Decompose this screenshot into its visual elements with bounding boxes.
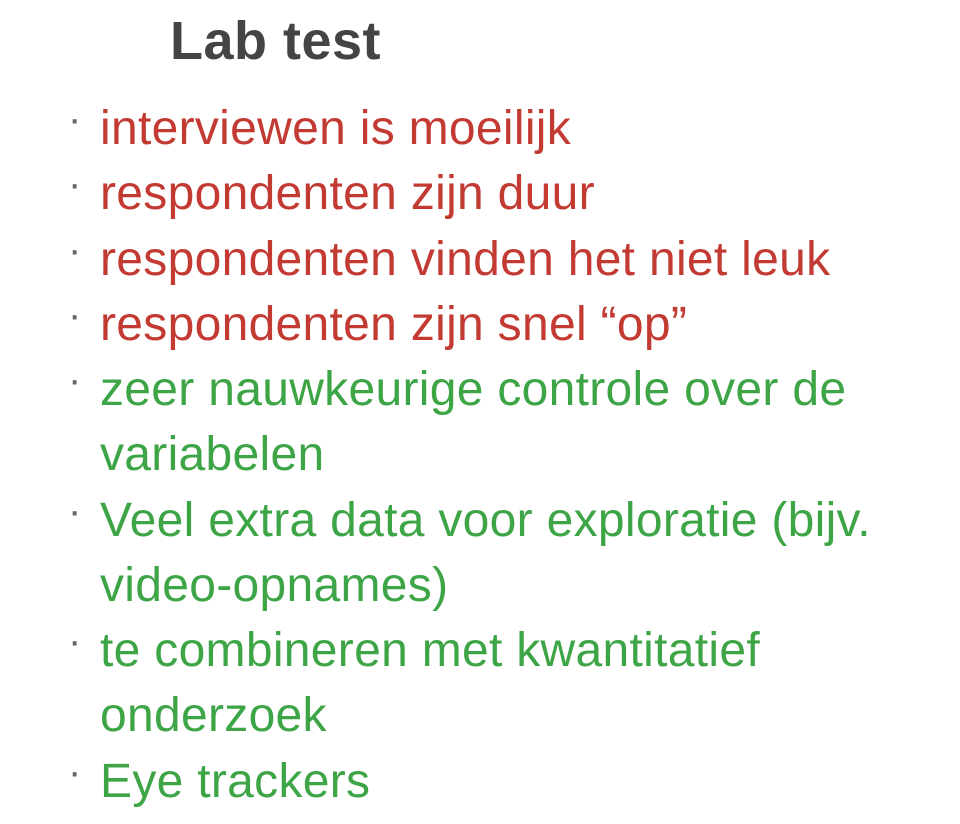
list-item: respondenten zijn duur	[60, 161, 920, 226]
list-item: zeer nauwkeurige controle over de variab…	[60, 357, 920, 488]
list-item: Veel extra data voor exploratie (bijv. v…	[60, 488, 920, 619]
list-item: respondenten vinden het niet leuk	[60, 227, 920, 292]
slide: Lab test interviewen is moeilijk respond…	[0, 10, 960, 824]
list-item: respondenten zijn snel “op”	[60, 292, 920, 357]
list-item: Eye trackers	[60, 749, 920, 814]
slide-title: Lab test	[170, 10, 920, 72]
list-item: te combineren met kwantitatief onderzoek	[60, 618, 920, 749]
list-item: interviewen is moeilijk	[60, 96, 920, 161]
bullet-list: interviewen is moeilijk respondenten zij…	[60, 96, 920, 814]
